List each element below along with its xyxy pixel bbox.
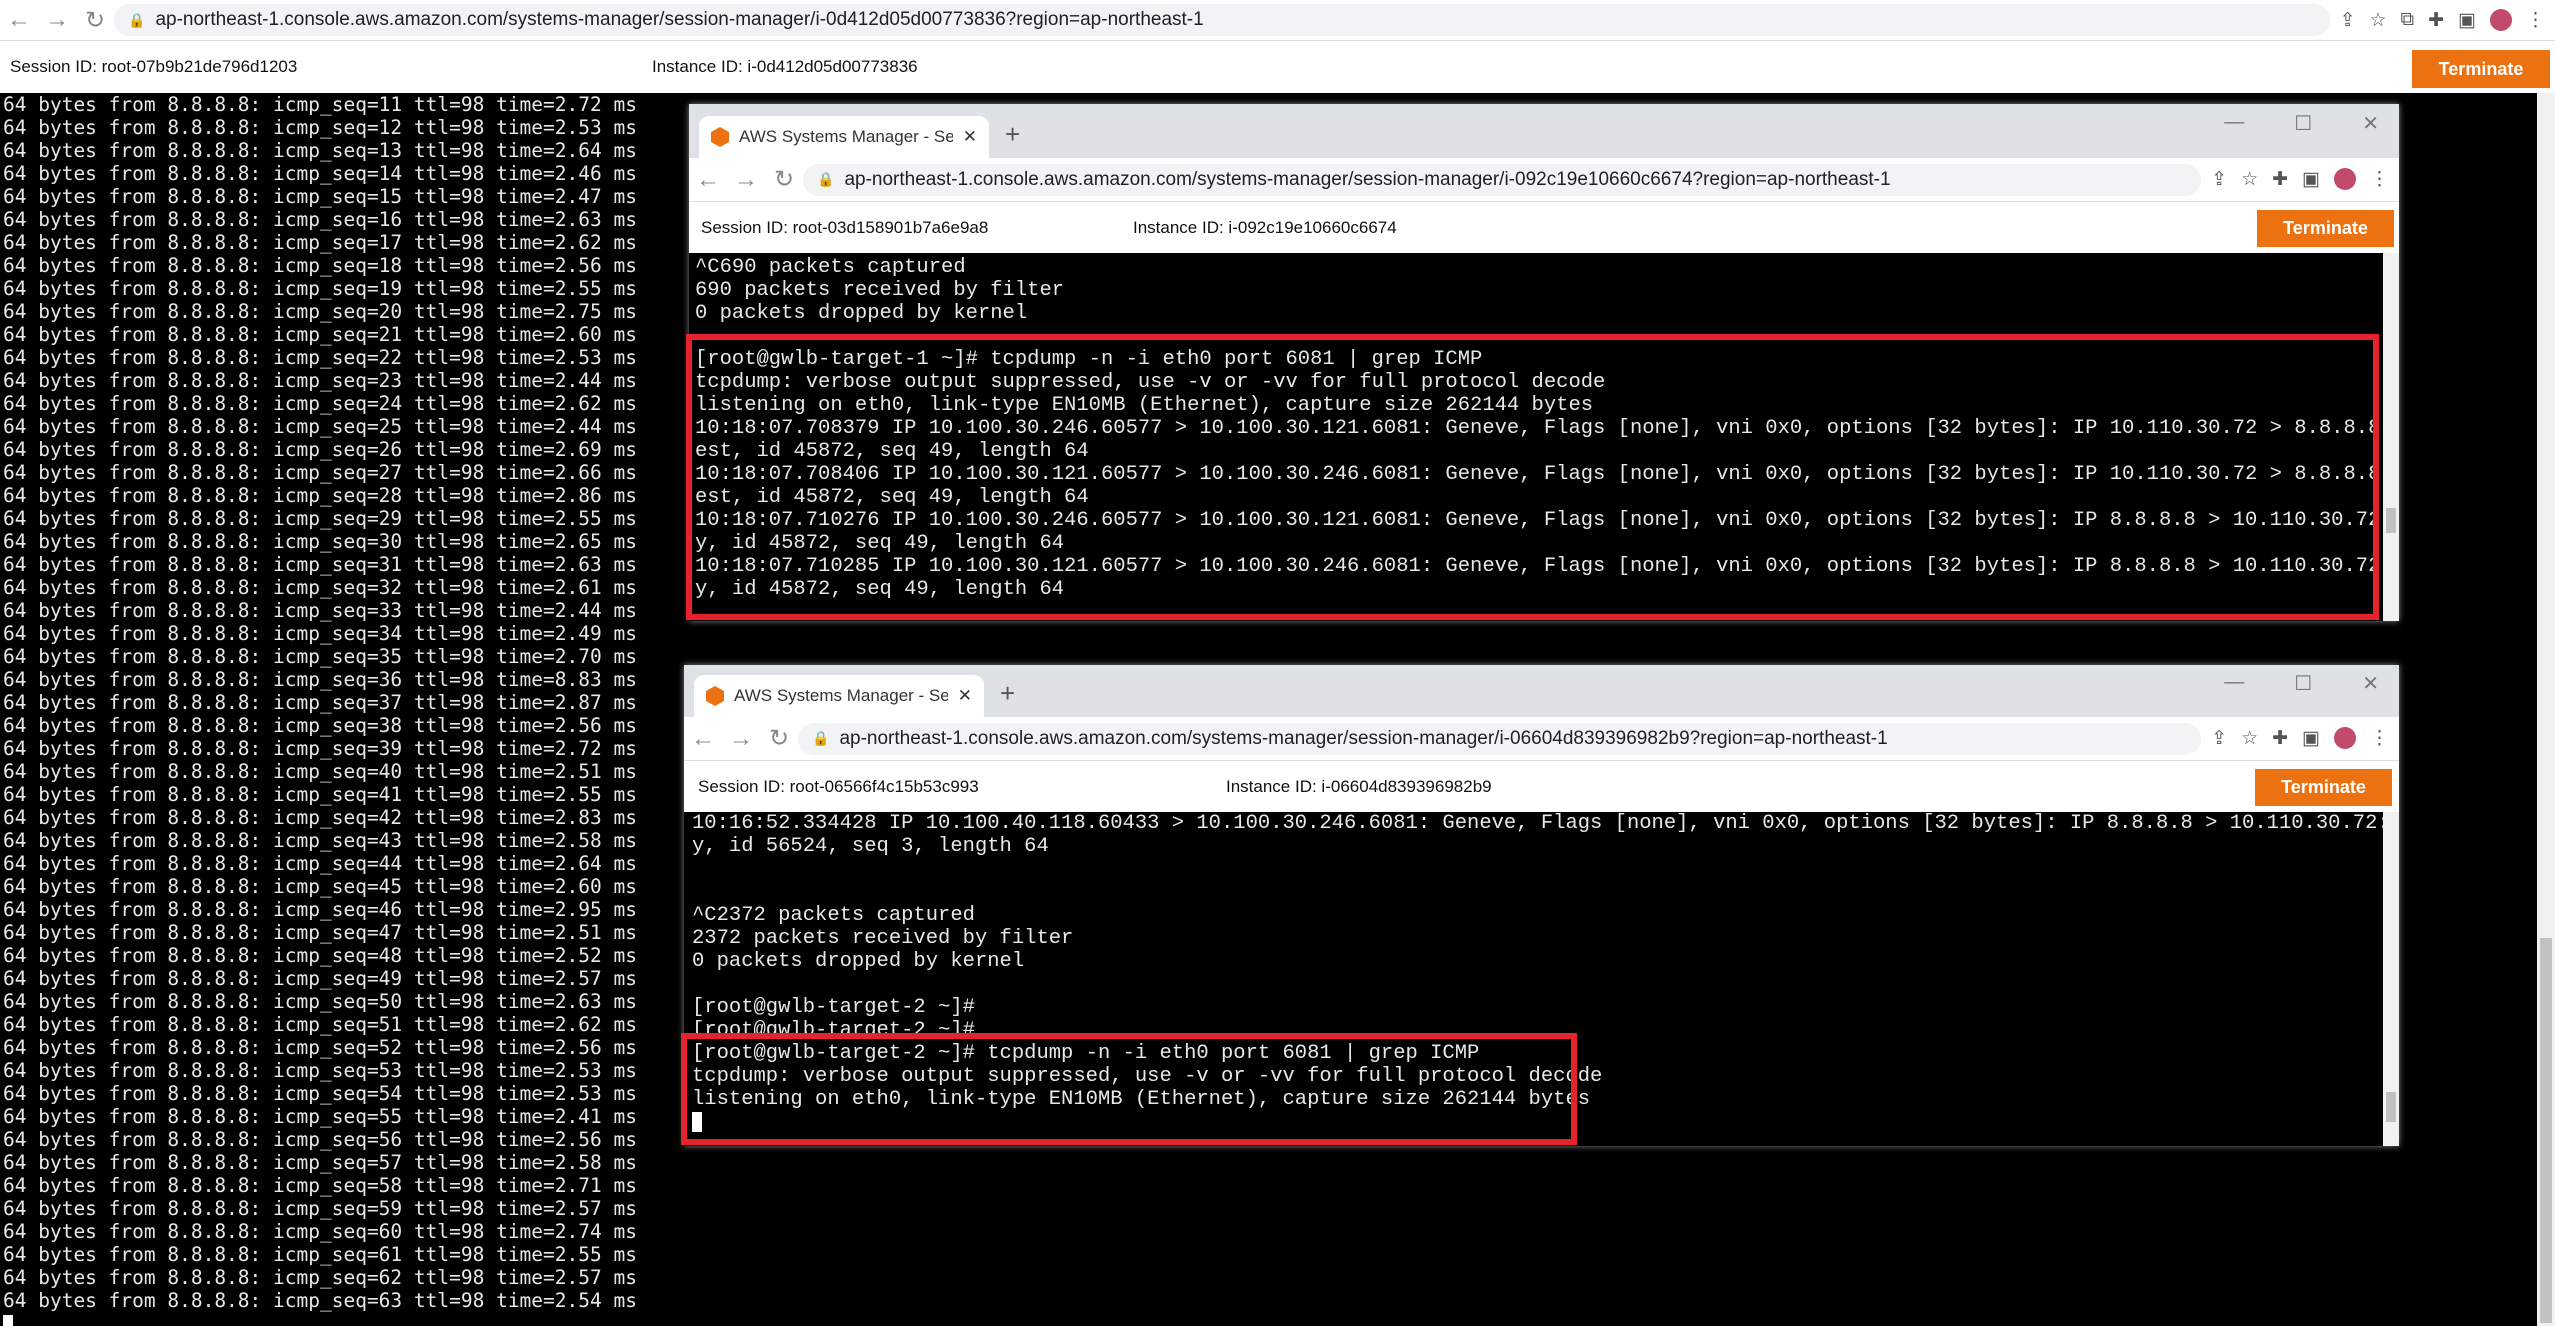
url-input[interactable]: 🔒 ap-northeast-1.console.aws.amazon.com/s… <box>114 4 2330 36</box>
session-bar: Session ID: root-03d158901b7a6e9a8 Instan… <box>689 202 2399 253</box>
reload-icon[interactable]: ↻ <box>760 724 798 753</box>
instance-id: Instance ID: i-092c19e10660c6674 <box>1133 217 1397 237</box>
terminal-line: 64 bytes from 8.8.8.8: icmp_seq=63 ttl=9… <box>3 1289 637 1312</box>
tab-session-manager[interactable]: AWS Systems Manager - Session Manager ✕ <box>694 675 984 717</box>
minimize-icon[interactable]: — <box>2224 111 2244 136</box>
terminal-line: ^C2372 packets captured <box>692 904 975 927</box>
main-address-bar: ← → ↻ 🔒 ap-northeast-1.console.aws.amazon… <box>0 0 2555 41</box>
session-id: Session ID: root-06566f4c15b53c993 <box>698 776 979 796</box>
terminate-button[interactable]: Terminate <box>2255 769 2392 806</box>
star-icon[interactable]: ☆ <box>2241 168 2258 191</box>
instance-id: Instance ID: i-06604d839396982b9 <box>1226 776 1492 796</box>
avatar[interactable] <box>2334 727 2356 749</box>
url-text: ap-northeast-1.console.aws.amazon.com/sy… <box>155 9 1204 30</box>
terminal-line <box>3 1312 2537 1326</box>
session-id: Session ID: root-03d158901b7a6e9a8 <box>701 217 989 237</box>
maximize-icon[interactable]: ☐ <box>2294 111 2312 136</box>
close-window-icon[interactable]: ✕ <box>2362 111 2379 136</box>
scrollbar-thumb[interactable] <box>2540 938 2552 1323</box>
tab-session-manager[interactable]: AWS Systems Manager - Session Manager ✕ <box>699 116 989 158</box>
extension-icon[interactable]: ⧉ <box>2401 9 2415 32</box>
aws-favicon-icon <box>711 127 729 147</box>
session-id: Session ID: root-07b9b21de796d1203 <box>10 57 298 76</box>
tab-title: AWS Systems Manager - Session Manager <box>739 127 953 146</box>
terminal-line: 64 bytes from 8.8.8.8: icmp_seq=61 ttl=9… <box>3 1243 637 1266</box>
url-input[interactable]: 🔒 ap-northeast-1.console.aws.amazon.com/s… <box>798 722 2202 755</box>
terminal-line: 64 bytes from 8.8.8.8: icmp_seq=57 ttl=9… <box>3 1151 637 1174</box>
lock-icon: 🔒 <box>128 11 146 28</box>
reload-icon[interactable]: ↻ <box>76 6 114 35</box>
highlight-box-1 <box>686 334 2379 620</box>
url-text: ap-northeast-1.console.aws.amazon.com/sy… <box>844 168 1891 190</box>
star-icon[interactable]: ☆ <box>2370 9 2387 32</box>
highlight-box-2 <box>681 1033 1577 1145</box>
close-window-icon[interactable]: ✕ <box>2362 671 2379 696</box>
maximize-icon[interactable]: ☐ <box>2294 671 2312 696</box>
scrollbar-thumb[interactable] <box>2386 1092 2396 1122</box>
back-icon[interactable]: ← <box>689 166 727 194</box>
url-input[interactable]: 🔒 ap-northeast-1.console.aws.amazon.com/s… <box>803 163 2202 196</box>
aws-favicon-icon <box>706 686 724 706</box>
terminate-button[interactable]: Terminate <box>2257 210 2394 247</box>
close-tab-icon[interactable]: ✕ <box>958 686 972 706</box>
minimize-icon[interactable]: — <box>2224 671 2244 696</box>
scrollbar[interactable] <box>2383 812 2399 1146</box>
terminal-line: 690 packets received by filter <box>695 279 1065 302</box>
puzzle-icon[interactable]: ✚ <box>2428 9 2444 32</box>
forward-icon[interactable]: → <box>727 166 765 194</box>
avatar[interactable] <box>2490 8 2512 31</box>
terminal-line: 64 bytes from 8.8.8.8: icmp_seq=62 ttl=9… <box>3 1266 637 1289</box>
star-icon[interactable]: ☆ <box>2241 727 2258 750</box>
sidepanel-icon[interactable]: ▣ <box>2302 727 2320 750</box>
main-session-bar: Session ID: root-07b9b21de796d1203 Insta… <box>0 41 2555 93</box>
terminal-line: ^C690 packets captured <box>695 256 966 279</box>
lock-icon: 🔒 <box>817 171 835 187</box>
close-tab-icon[interactable]: ✕ <box>963 127 977 147</box>
lock-icon: 🔒 <box>812 730 830 746</box>
back-icon[interactable]: ← <box>0 6 38 34</box>
back-icon[interactable]: ← <box>684 725 722 753</box>
scrollbar[interactable] <box>2383 253 2399 621</box>
terminal-line: y, id 56524, seq 3, length 64 <box>692 835 1049 858</box>
terminal-line: 0 packets dropped by kernel <box>695 302 1028 325</box>
new-tab-icon[interactable]: + <box>1000 678 1015 709</box>
terminal-line: 0 packets dropped by kernel <box>692 950 1025 973</box>
share-icon[interactable]: ⇪ <box>2211 168 2227 191</box>
terminal-line: 64 bytes from 8.8.8.8: icmp_seq=34 ttl=9… <box>3 622 637 645</box>
terminal-line: 64 bytes from 8.8.8.8: icmp_seq=59 ttl=9… <box>3 1197 637 1220</box>
forward-icon[interactable]: → <box>38 6 76 34</box>
terminal-cursor <box>3 1314 13 1326</box>
new-tab-icon[interactable]: + <box>1005 119 1020 150</box>
forward-icon[interactable]: → <box>722 725 760 753</box>
scrollbar-thumb[interactable] <box>2386 508 2396 533</box>
share-icon[interactable]: ⇪ <box>2211 727 2227 750</box>
terminal-line: 64 bytes from 8.8.8.8: icmp_seq=58 ttl=9… <box>3 1174 637 1197</box>
session-bar: Session ID: root-06566f4c15b53c993 Instan… <box>684 761 2399 812</box>
terminal-line: 64 bytes from 8.8.8.8: icmp_seq=60 ttl=9… <box>3 1220 637 1243</box>
puzzle-icon[interactable]: ✚ <box>2272 168 2288 191</box>
terminal-line: [root@gwlb-target-2 ~]# <box>692 996 975 1019</box>
terminate-button[interactable]: Terminate <box>2412 50 2550 88</box>
sidepanel-icon[interactable]: ▣ <box>2302 168 2320 191</box>
terminal-line: 2372 packets received by filter <box>692 927 1074 950</box>
main-scrollbar[interactable] <box>2537 93 2555 1326</box>
terminal-line: 10:16:52.334428 IP 10.100.40.118.60433 >… <box>692 812 2383 835</box>
puzzle-icon[interactable]: ✚ <box>2272 727 2288 750</box>
share-icon[interactable]: ⇪ <box>2340 9 2356 32</box>
reload-icon[interactable]: ↻ <box>765 165 803 194</box>
avatar[interactable] <box>2334 168 2356 190</box>
menu-icon[interactable]: ⋮ <box>2370 727 2389 750</box>
instance-id: Instance ID: i-0d412d05d00773836 <box>652 57 918 76</box>
sidepanel-icon[interactable]: ▣ <box>2458 9 2476 32</box>
tab-title: AWS Systems Manager - Session Manager <box>734 686 948 705</box>
menu-icon[interactable]: ⋮ <box>2526 9 2545 32</box>
url-text: ap-northeast-1.console.aws.amazon.com/sy… <box>839 727 1888 749</box>
menu-icon[interactable]: ⋮ <box>2370 168 2389 191</box>
